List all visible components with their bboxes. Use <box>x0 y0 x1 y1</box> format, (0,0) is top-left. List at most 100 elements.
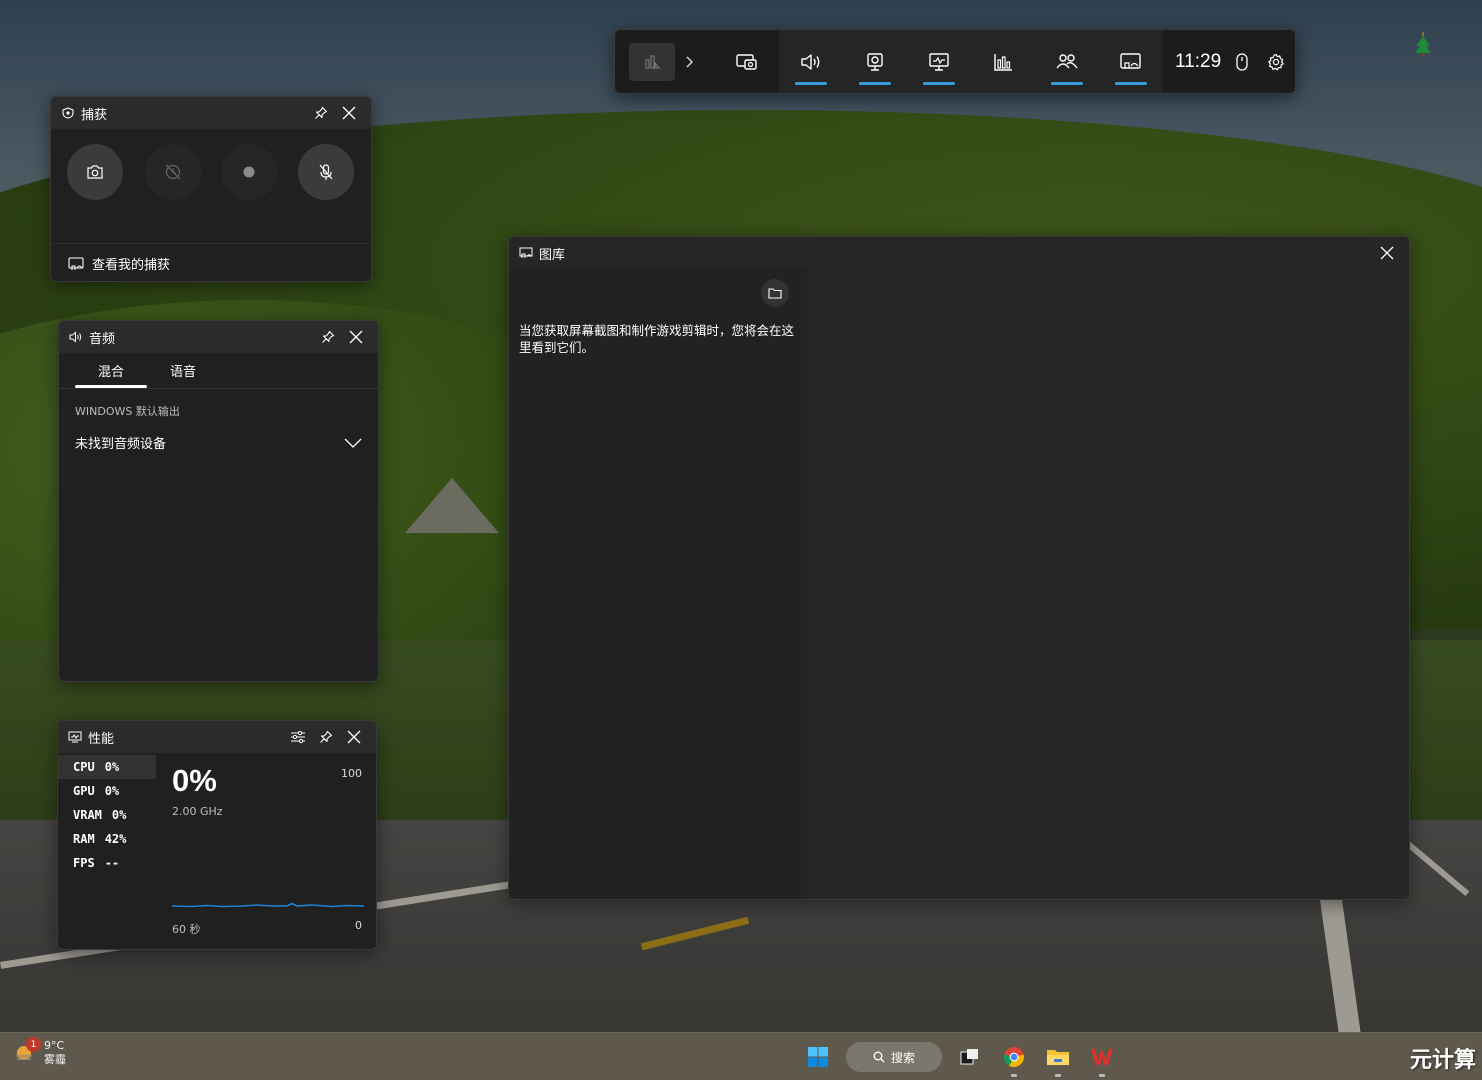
tab-voice[interactable]: 语音 <box>147 353 219 388</box>
pin-icon <box>320 730 333 743</box>
settings-button[interactable] <box>1259 43 1293 81</box>
pin-icon <box>315 106 328 119</box>
widget-xbox-social-button[interactable] <box>1035 30 1099 93</box>
metric-label: CPU <box>73 760 95 774</box>
taskbar-app-wps[interactable] <box>1086 1041 1118 1077</box>
mouse-settings-button[interactable] <box>1225 43 1259 81</box>
audio-widget: 音频 混合 语音 WINDOWS 默认输出 未找到音频设备 <box>58 320 379 682</box>
windows-default-output-label: WINDOWS 默认输出 <box>75 405 180 418</box>
gear-icon <box>1268 53 1284 70</box>
weather-text: 9°C 雾霾 <box>44 1039 66 1067</box>
start-recording-button[interactable] <box>221 144 277 200</box>
widget-capture-button[interactable] <box>715 30 779 93</box>
metric-value: 0% <box>104 760 120 774</box>
people-icon <box>1056 53 1078 68</box>
widget-capture-toggle[interactable] <box>843 30 907 93</box>
audio-title: 音频 <box>89 331 116 347</box>
audio-output-section: WINDOWS 默认输出 未找到音频设备 <box>59 389 378 452</box>
performance-options-button[interactable] <box>284 723 312 751</box>
metric-value: -- <box>104 856 120 870</box>
windows-logo-icon <box>808 1047 828 1067</box>
gallery-header[interactable]: 图库 <box>509 237 1409 269</box>
taskbar-apps: 搜索 <box>802 1041 1130 1077</box>
metric-gpu[interactable]: GPU 0% <box>58 779 156 803</box>
weather-icon: 1 <box>12 1037 41 1065</box>
metric-label: GPU <box>73 784 95 798</box>
view-my-captures-link[interactable]: 查看我的捕获 <box>51 243 371 281</box>
open-folder-button[interactable] <box>761 279 789 307</box>
running-indicator <box>1099 1074 1105 1077</box>
metric-label: FPS <box>73 856 95 870</box>
microphone-toggle-button[interactable] <box>298 144 354 200</box>
capture-title: 捕获 <box>81 107 108 123</box>
gallery-empty-message: 当您获取屏幕截图和制作游戏剪辑时，您将会在这里看到它们。 <box>519 323 795 355</box>
capture-header[interactable]: 捕获 <box>51 97 371 129</box>
audio-header[interactable]: 音频 <box>59 321 378 353</box>
metric-cpu[interactable]: CPU 0% <box>58 755 156 779</box>
capture-widget: 捕获 查看我的捕获 <box>50 96 372 282</box>
widget-resources-button[interactable] <box>971 30 1035 93</box>
metric-list: CPU 0% GPU 0% VRAM 0% RAM 42% FPS -- <box>58 755 156 875</box>
start-button[interactable] <box>802 1041 834 1073</box>
widget-audio-button[interactable] <box>779 30 843 93</box>
active-indicator <box>795 82 827 85</box>
chrome-icon <box>1003 1047 1024 1067</box>
cpu-frequency: 2.00 GHz <box>172 805 223 818</box>
performance-monitor-icon <box>929 52 949 71</box>
home-button[interactable] <box>629 42 675 81</box>
widget-gallery-button[interactable] <box>1099 30 1163 93</box>
metric-label: VRAM <box>73 808 102 822</box>
metric-value: 0% <box>111 808 127 822</box>
weather-widget[interactable]: 1 9°C 雾霾 <box>12 1037 66 1067</box>
close-button[interactable] <box>335 99 363 127</box>
audio-tabs: 混合 语音 <box>59 353 378 389</box>
usage-graph <box>172 902 364 908</box>
sliders-icon <box>291 730 305 744</box>
record-last-30s-button[interactable] <box>145 144 201 200</box>
close-button[interactable] <box>1373 239 1401 267</box>
performance-body: CPU 0% GPU 0% VRAM 0% RAM 42% FPS -- 0% … <box>58 753 376 949</box>
active-indicator <box>1051 82 1083 85</box>
pin-button[interactable] <box>314 323 342 351</box>
pin-button[interactable] <box>307 99 335 127</box>
close-button[interactable] <box>342 323 370 351</box>
performance-header[interactable]: 性能 <box>58 721 376 753</box>
chevron-right-icon <box>686 56 693 67</box>
folder-icon <box>1047 1050 1069 1065</box>
replay-disabled-icon <box>165 164 181 180</box>
active-indicator <box>859 82 891 85</box>
view-my-captures-label: 查看我的捕获 <box>92 258 171 273</box>
weather-temperature: 9°C <box>44 1039 65 1052</box>
gallery-list: 当您获取屏幕截图和制作游戏剪辑时，您将会在这里看到它们。 <box>509 269 807 899</box>
gallery-icon <box>68 256 84 271</box>
microphone-off-icon <box>319 164 333 180</box>
metric-ram[interactable]: RAM 42% <box>58 827 156 851</box>
gallery-widget: 图库 当您获取屏幕截图和制作游戏剪辑时，您将会在这里看到它们。 <box>508 236 1410 900</box>
taskbar: 1 9°C 雾霾 搜索 元计算 <box>0 1032 1482 1080</box>
screenshot-button[interactable] <box>67 144 123 200</box>
widget-performance-button[interactable] <box>907 30 971 93</box>
task-view-button[interactable] <box>954 1041 986 1073</box>
taskbar-app-chrome[interactable] <box>998 1041 1030 1077</box>
speaker-icon <box>69 330 83 344</box>
taskbar-app-file-explorer[interactable] <box>1042 1041 1074 1077</box>
pin-button[interactable] <box>312 723 340 751</box>
running-indicator <box>1011 1074 1017 1077</box>
tab-mix[interactable]: 混合 <box>75 353 147 388</box>
pin-icon <box>322 330 335 343</box>
performance-widget: 性能 CPU 0% GPU 0% VRAM 0% RAM 42% FPS -- … <box>57 720 377 950</box>
taskbar-search[interactable]: 搜索 <box>846 1042 942 1072</box>
close-icon <box>1380 246 1394 260</box>
webcam-icon <box>867 52 883 71</box>
metric-fps[interactable]: FPS -- <box>58 851 156 875</box>
output-device-dropdown[interactable]: 未找到音频设备 <box>75 433 362 452</box>
chevron-down-icon <box>344 438 362 448</box>
close-button[interactable] <box>340 723 368 751</box>
metric-vram[interactable]: VRAM 0% <box>58 803 156 827</box>
search-icon <box>873 1051 885 1063</box>
game-bar: 11:29 <box>614 29 1296 94</box>
expand-chevron-button[interactable] <box>677 43 701 81</box>
performance-monitor-icon <box>68 730 82 744</box>
speaker-icon <box>801 53 820 70</box>
active-indicator <box>1115 82 1147 85</box>
